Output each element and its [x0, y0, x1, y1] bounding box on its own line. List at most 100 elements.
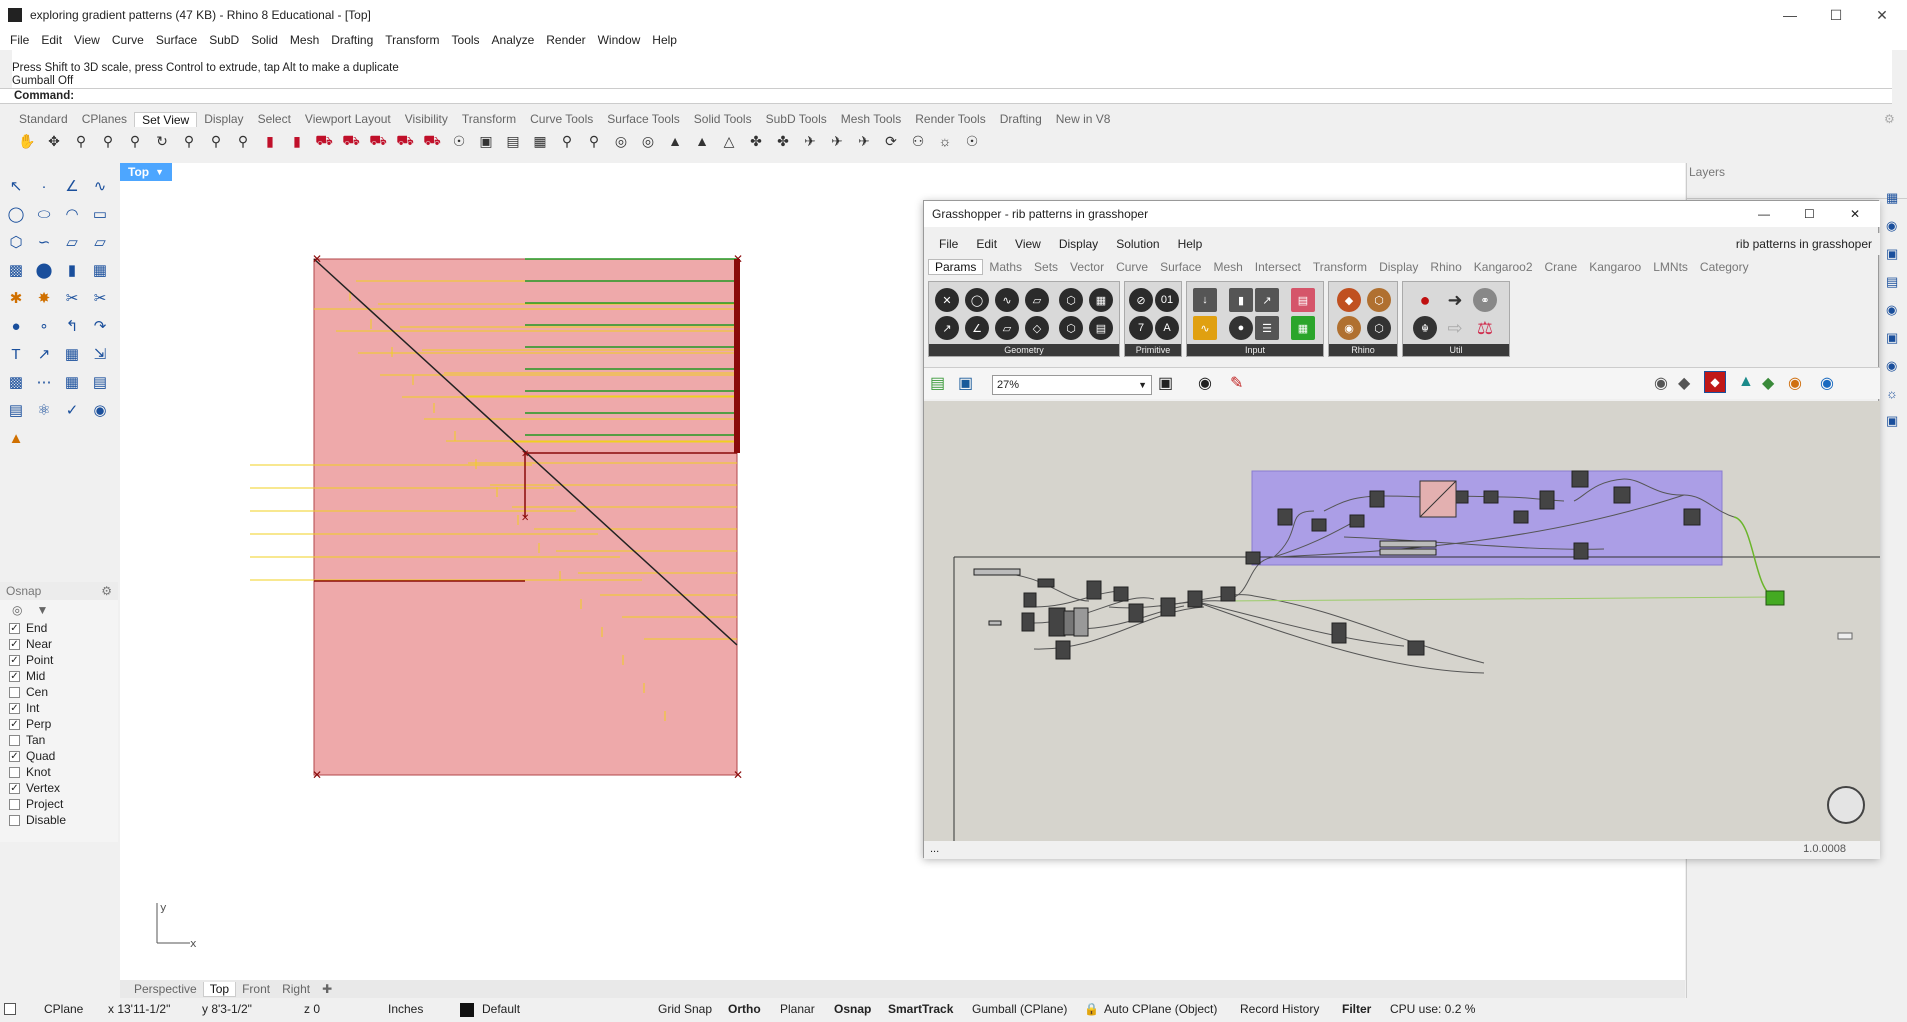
brep-param-icon[interactable]: ▱ [1025, 288, 1049, 312]
tab-render-tools[interactable]: Render Tools [908, 112, 993, 126]
tab-viewport-layout[interactable]: Viewport Layout [298, 112, 398, 126]
gh-tab-crane[interactable]: Crane [1539, 260, 1584, 274]
cube-view-icon[interactable]: ▲ [691, 130, 713, 152]
tab-drafting[interactable]: Drafting [993, 112, 1049, 126]
gh-tab-display[interactable]: Display [1373, 260, 1424, 274]
render-panel-icon[interactable]: ▤ [1886, 274, 1904, 290]
gh-tab-sets[interactable]: Sets [1028, 260, 1064, 274]
plane-icon[interactable]: ✈ [799, 130, 821, 152]
curve-param-icon[interactable]: ∿ [995, 288, 1019, 312]
polyline-param-icon[interactable]: ∠ [965, 316, 989, 340]
field-param-icon[interactable]: ⬡ [1059, 316, 1083, 340]
preview-wire-icon[interactable]: ◉ [1654, 373, 1668, 393]
properties-panel-icon[interactable]: ▦ [1886, 190, 1904, 206]
cylinder-icon[interactable]: ▮ [60, 258, 84, 282]
osnap-checkbox[interactable]: ✓ [9, 638, 20, 650]
gh-tab-transform[interactable]: Transform [1307, 260, 1373, 274]
osnap-checkbox[interactable]: ✓ [9, 670, 20, 682]
menu-mesh[interactable]: Mesh [290, 33, 319, 47]
gh-menu-view[interactable]: View [1015, 237, 1041, 251]
menu-surface[interactable]: Surface [156, 33, 197, 47]
navigation-dial-icon[interactable] [1827, 786, 1865, 824]
osnap-item-quad[interactable]: ✓ Quad [0, 748, 118, 764]
tree-icon[interactable]: ☬ [1413, 316, 1437, 340]
grid-view-icon[interactable]: ▦ [529, 130, 551, 152]
array-icon[interactable]: ▦ [60, 342, 84, 366]
gh-tab-lmnts[interactable]: LMNts [1647, 260, 1694, 274]
tab-set-view[interactable]: Set View [134, 111, 198, 127]
osnap-checkbox[interactable]: ✓ [9, 782, 20, 794]
tab-curve-tools[interactable]: Curve Tools [523, 112, 600, 126]
zoom-extents-icon[interactable]: ⚲ [97, 130, 119, 152]
circle-icon[interactable]: ◯ [4, 202, 28, 226]
viewport-title[interactable]: Top ▼ [120, 163, 173, 181]
car-view-5-icon[interactable]: ⛟ [421, 130, 443, 152]
gear-icon[interactable]: ⚙ [101, 584, 112, 598]
osnap-checkbox[interactable] [9, 686, 20, 698]
viewport-tab-right[interactable]: Right [276, 982, 316, 996]
offset-icon[interactable]: ↷ [88, 314, 112, 338]
menu-file[interactable]: File [10, 33, 29, 47]
menu-view[interactable]: View [74, 33, 100, 47]
curve-tools-icon[interactable]: ∽ [32, 230, 56, 254]
gh-tab-kangaroo[interactable]: Kangaroo [1583, 260, 1647, 274]
light-icon[interactable]: ▲ [4, 426, 28, 450]
group-icon[interactable]: ● [4, 314, 28, 338]
rectangle-icon[interactable]: ▭ [88, 202, 112, 226]
menu-transform[interactable]: Transform [385, 33, 439, 47]
gh-menu-solution[interactable]: Solution [1116, 237, 1159, 251]
gradient-input-icon[interactable]: ▤ [1291, 288, 1315, 312]
flask-icon[interactable]: ⚖ [1473, 316, 1497, 340]
gh-tab-intersect[interactable]: Intersect [1249, 260, 1307, 274]
chevron-down-icon[interactable]: ▼ [1138, 376, 1147, 394]
gear-icon[interactable]: ⚙ [1884, 112, 1895, 126]
check-icon[interactable]: ✓ [60, 398, 84, 422]
rotate-view-icon[interactable]: ↻ [151, 130, 173, 152]
gh-tab-params[interactable]: Params [928, 259, 984, 275]
osnap-checkbox[interactable]: ✓ [9, 654, 20, 666]
gh-tab-mesh[interactable]: Mesh [1207, 260, 1248, 274]
status-units[interactable]: Inches [388, 1002, 423, 1016]
split-icon[interactable]: ✂ [88, 286, 112, 310]
cube-icon[interactable]: ▩ [4, 370, 28, 394]
ungroup-icon[interactable]: ∘ [32, 314, 56, 338]
named-view-icon[interactable]: ▮ [259, 130, 281, 152]
osnap-item-end[interactable]: ✓ End [0, 620, 118, 636]
menu-drafting[interactable]: Drafting [331, 33, 373, 47]
arrow-outline-icon[interactable]: ⇨ [1443, 316, 1467, 340]
gh-menu-display[interactable]: Display [1059, 237, 1098, 251]
viewport-tab-front[interactable]: Front [236, 982, 276, 996]
status-planar[interactable]: Planar [780, 1002, 815, 1016]
rhino-mesh-icon[interactable]: ⬡ [1367, 288, 1391, 312]
scale-icon[interactable]: ⇲ [88, 342, 112, 366]
status-ortho[interactable]: Ortho [728, 1002, 761, 1016]
line-param-icon[interactable]: ↗ [935, 316, 959, 340]
osnap-item-int[interactable]: ✓ Int [0, 700, 118, 716]
menu-subd[interactable]: SubD [209, 33, 239, 47]
text-param-icon[interactable]: A [1155, 316, 1179, 340]
car-view-4-icon[interactable]: ⛟ [394, 130, 416, 152]
bake-all-icon[interactable]: ◆ [1762, 373, 1774, 393]
osnap-item-knot[interactable]: Knot [0, 764, 118, 780]
libraries-panel-icon[interactable]: ▣ [1886, 330, 1904, 346]
open-file-icon[interactable]: ▤ [930, 373, 945, 393]
link-icon[interactable]: ⚭ [1473, 288, 1497, 312]
zoom-extents-icon[interactable]: ▣ [1158, 373, 1173, 393]
menu-tools[interactable]: Tools [452, 33, 480, 47]
filter-icon[interactable]: ▼ [36, 603, 48, 617]
preview-shaded-icon[interactable]: ◆ [1678, 373, 1690, 393]
menu-analyze[interactable]: Analyze [492, 33, 535, 47]
arc-icon[interactable]: ◠ [60, 202, 84, 226]
sphere-icon[interactable]: ⬤ [32, 258, 56, 282]
osnap-item-near[interactable]: ✓ Near [0, 636, 118, 652]
display-panel-icon[interactable]: ▣ [1886, 246, 1904, 262]
menu-render[interactable]: Render [546, 33, 585, 47]
tab-subd-tools[interactable]: SubD Tools [759, 112, 834, 126]
target-icon[interactable]: ◎ [610, 130, 632, 152]
panel-input-icon[interactable]: ↓ [1193, 288, 1217, 312]
command-line[interactable]: Command: [0, 88, 1892, 104]
osnap-item-disable[interactable]: Disable [0, 812, 118, 828]
group-param-icon[interactable]: ▤ [1089, 316, 1113, 340]
explode-icon[interactable]: ✸ [32, 286, 56, 310]
plane-2-icon[interactable]: ✈ [826, 130, 848, 152]
